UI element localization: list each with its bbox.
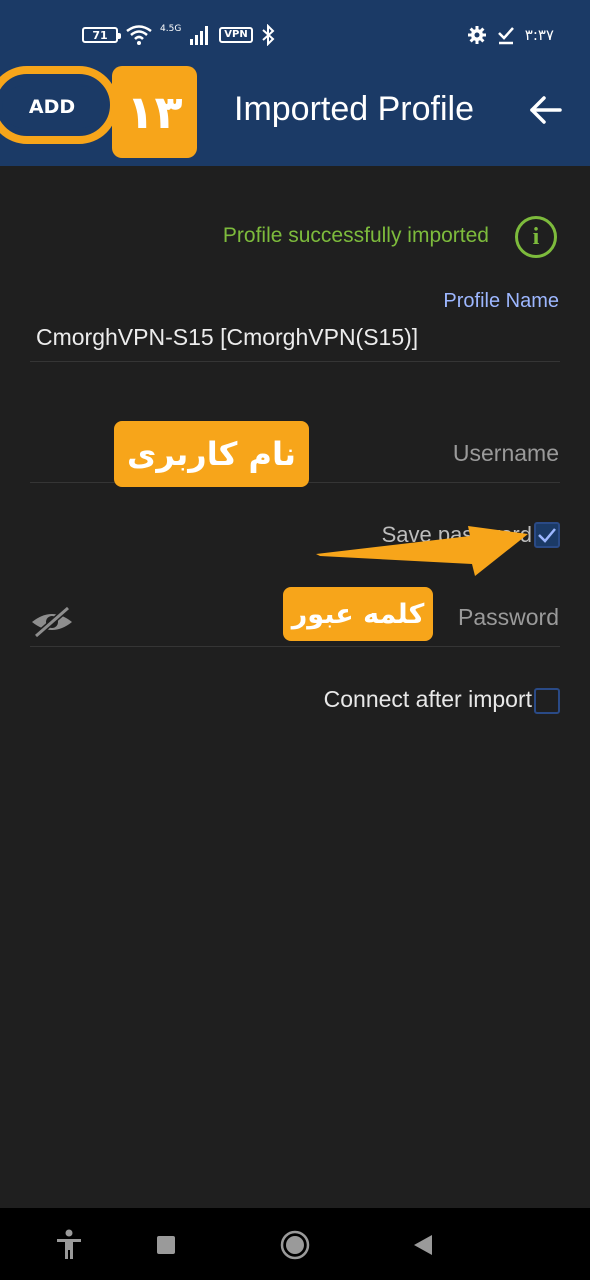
username-annotation: نام کاربری (114, 421, 309, 487)
profile-name-divider (30, 361, 560, 362)
connect-after-import-label: Connect after import (323, 686, 532, 712)
username-field[interactable]: Username (453, 440, 559, 467)
check-icon (497, 27, 514, 45)
password-field[interactable]: Password (458, 604, 559, 631)
network-type: 4.5G (160, 23, 182, 34)
home-icon[interactable] (278, 1228, 312, 1262)
profile-name-field[interactable]: CmorghVPN-S15 [CmorghVPN(S15)] (36, 324, 418, 351)
system-nav-bar (0, 1208, 590, 1280)
bluetooth-icon (262, 24, 275, 46)
gear-icon (467, 26, 486, 44)
password-annotation: کلمه عبور (283, 587, 433, 641)
password-divider (30, 646, 560, 647)
arrow-annotation-icon (316, 526, 528, 576)
add-button[interactable]: ADD (2, 86, 102, 128)
accessibility-icon[interactable] (52, 1228, 86, 1262)
info-icon[interactable]: i (515, 216, 557, 258)
success-message: Profile successfully imported (222, 224, 489, 247)
eye-off-icon[interactable] (28, 604, 76, 640)
page-title: Imported Profile (234, 90, 474, 128)
wifi-icon (126, 25, 152, 45)
battery-level: 71 (92, 28, 108, 42)
back-arrow-icon[interactable] (528, 92, 564, 128)
status-icons-right: ۳:۳۷ (467, 22, 554, 48)
status-bar: 71 4.5G VPN ۳:۳۷ (0, 0, 590, 54)
status-icons-left: 71 4.5G VPN (82, 22, 275, 48)
back-icon[interactable] (406, 1228, 440, 1262)
signal-icon (190, 26, 209, 45)
step-badge: ۱۳ (112, 66, 197, 158)
recents-icon[interactable] (149, 1228, 183, 1262)
profile-name-label: Profile Name (443, 290, 559, 312)
vpn-badge: VPN (219, 27, 253, 43)
clock: ۳:۳۷ (524, 26, 554, 44)
connect-after-import-checkbox[interactable] (534, 688, 560, 714)
battery-icon: 71 (82, 27, 121, 43)
